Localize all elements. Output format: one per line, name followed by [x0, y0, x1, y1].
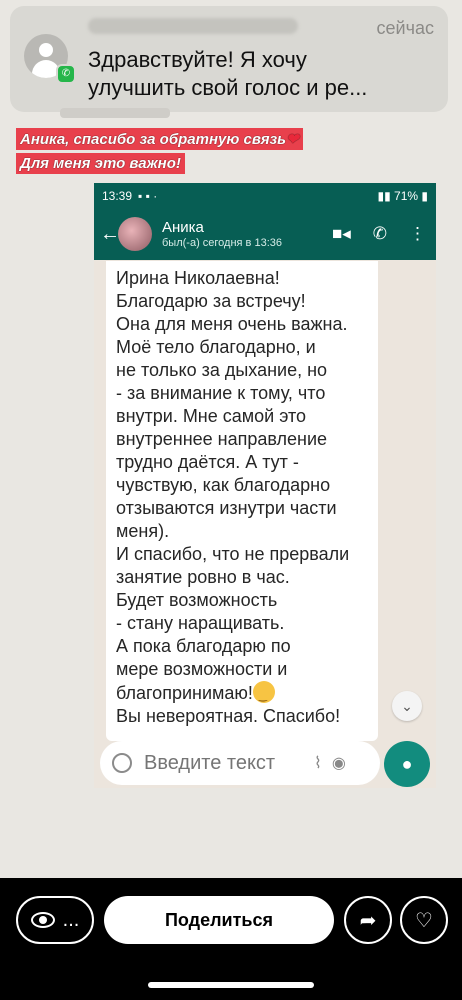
story-caption: Аника, спасибо за обратную связь❤ Для ме…: [16, 128, 303, 177]
notification-sender-redacted: [88, 18, 298, 34]
heart-icon: ❤: [286, 131, 299, 148]
camera-icon[interactable]: ◉: [332, 753, 346, 773]
scroll-down-chevron-icon[interactable]: ⌄: [392, 691, 422, 721]
story-bottom-bar: ... Поделиться ➦ ♡: [0, 878, 462, 1000]
notification-message: Здравствуйте! Я хочу улучшить свой голос…: [88, 47, 368, 100]
viewers-button[interactable]: ...: [16, 896, 94, 944]
whatsapp-icon: ✆: [56, 64, 76, 84]
microphone-icon[interactable]: ●: [384, 741, 430, 787]
home-indicator[interactable]: [148, 982, 314, 988]
phone-call-icon[interactable]: ✆: [373, 224, 387, 244]
message-input-bar[interactable]: ⌇ ◉: [100, 741, 380, 785]
attach-clip-icon[interactable]: ⌇: [314, 753, 322, 773]
chat-header: ← Аника был(-а) сегодня в 13:36 ■◂ ✆ ⋮: [94, 208, 436, 260]
menu-dots-icon[interactable]: ⋮: [409, 224, 426, 244]
whatsapp-screenshot: 13:39 ▪ ▪ · ▮▮ 71% ▮ ← Аника был(-а) сего…: [94, 183, 436, 788]
notification-banner[interactable]: ✆ сейчас Здравствуйте! Я хочу улучшить с…: [10, 6, 448, 112]
emoji-icon[interactable]: [112, 753, 132, 773]
eye-icon: [30, 912, 55, 928]
video-call-icon[interactable]: ■◂: [332, 224, 351, 244]
forward-arrow-icon[interactable]: ➦: [344, 896, 392, 944]
contact-name[interactable]: Аника: [162, 219, 282, 237]
contact-avatar[interactable]: [118, 217, 152, 251]
share-button[interactable]: Поделиться: [104, 896, 334, 944]
post-date-faded: [60, 108, 170, 118]
notification-time: сейчас: [376, 18, 434, 38]
message-input[interactable]: [144, 751, 304, 775]
message-bubble: Ирина Николаевна! Благодарю за встречу! …: [106, 261, 378, 741]
heart-icon[interactable]: ♡: [400, 896, 448, 944]
back-arrow-icon[interactable]: ←: [100, 223, 120, 246]
notification-icons: ▪ ▪ ·: [138, 188, 158, 203]
last-seen: был(-а) сегодня в 13:36: [162, 237, 282, 249]
signal-icon: ▮▮: [377, 188, 395, 203]
smile-emoji-icon: [252, 681, 275, 708]
phone-status-bar: 13:39 ▪ ▪ · ▮▮ 71% ▮: [94, 183, 436, 208]
battery-icon: ▮: [418, 188, 428, 203]
